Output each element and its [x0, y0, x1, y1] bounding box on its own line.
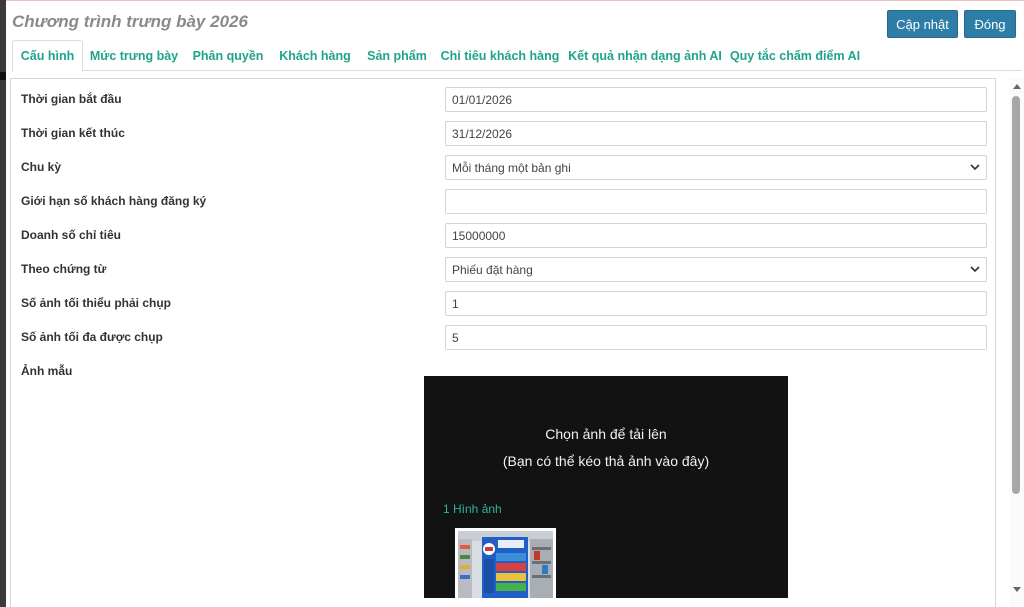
close-button[interactable]: Đóng: [964, 10, 1016, 38]
display-shelf-photo: [458, 531, 553, 598]
target-sales-label: Doanh số chỉ tiêu: [21, 228, 122, 242]
cycle-select-value: Mỗi tháng một bản ghi: [452, 160, 571, 175]
tab-ai-scoring-rules[interactable]: Quy tắc chấm điểm AI: [730, 40, 860, 71]
update-button[interactable]: Cập nhật: [887, 10, 958, 38]
chevron-down-icon: [970, 266, 980, 273]
target-sales-field[interactable]: 15000000: [445, 223, 987, 248]
display-shelf-illustration: [458, 531, 553, 598]
image-upload-dropzone[interactable]: Chọn ảnh để tải lên (Bạn có thể kéo thả …: [424, 376, 788, 598]
page-title: Chương trình trưng bày 2026: [12, 12, 248, 31]
start-date-field[interactable]: 01/01/2026: [445, 87, 987, 112]
max-photos-label: Số ảnh tối đa được chụp: [21, 330, 163, 344]
upload-title: Chọn ảnh để tải lên: [545, 426, 667, 442]
tab-permissions[interactable]: Phân quyền: [189, 40, 267, 71]
customer-limit-label: Giới hạn số khách hàng đăng ký: [21, 194, 207, 208]
upload-image-count: 1 Hình ảnh: [443, 502, 502, 516]
window-top-edge: [0, 0, 1024, 4]
tab-products[interactable]: Sản phẩm: [364, 40, 430, 71]
end-date-field[interactable]: 31/12/2026: [445, 121, 987, 146]
tab-ai-recognition-results[interactable]: Kết quả nhận dạng ảnh AI: [568, 40, 722, 71]
window-left-edge: [0, 0, 6, 607]
min-photos-label: Số ảnh tối thiểu phải chụp: [21, 296, 171, 310]
sample-image-label: Ảnh mẫu: [21, 364, 73, 378]
left-edge-marker: [0, 72, 6, 80]
vertical-scrollbar[interactable]: [1009, 78, 1024, 607]
uploaded-image-thumbnail[interactable]: [455, 528, 556, 598]
scroll-up-arrow-icon[interactable]: [1012, 82, 1022, 90]
upload-subtitle: (Bạn có thể kéo thả ảnh vào đây): [502, 453, 710, 469]
start-date-label: Thời gian bắt đầu: [21, 92, 122, 106]
cycle-select[interactable]: Mỗi tháng một bản ghi: [445, 155, 987, 180]
customer-limit-field[interactable]: [445, 189, 987, 214]
by-document-label: Theo chứng từ: [21, 262, 107, 276]
by-document-select[interactable]: Phiếu đặt hàng: [445, 257, 987, 282]
cycle-label: Chu kỳ: [21, 160, 62, 174]
scrollbar-thumb[interactable]: [1012, 96, 1020, 494]
end-date-label: Thời gian kết thúc: [21, 126, 125, 140]
chevron-down-icon: [970, 164, 980, 171]
min-photos-field[interactable]: 1: [445, 291, 987, 316]
tab-display-level[interactable]: Mức trưng bày: [89, 40, 179, 71]
tab-customer-targets[interactable]: Chỉ tiêu khách hàng: [440, 40, 560, 71]
max-photos-field[interactable]: 5: [445, 325, 987, 350]
tab-bar: Cấu hình Mức trưng bày Phân quyền Khách …: [12, 40, 1022, 72]
scroll-down-arrow-icon[interactable]: [1012, 586, 1022, 594]
tab-customers[interactable]: Khách hàng: [277, 40, 353, 71]
tab-config[interactable]: Cấu hình: [12, 40, 83, 72]
by-document-select-value: Phiếu đặt hàng: [452, 262, 533, 277]
